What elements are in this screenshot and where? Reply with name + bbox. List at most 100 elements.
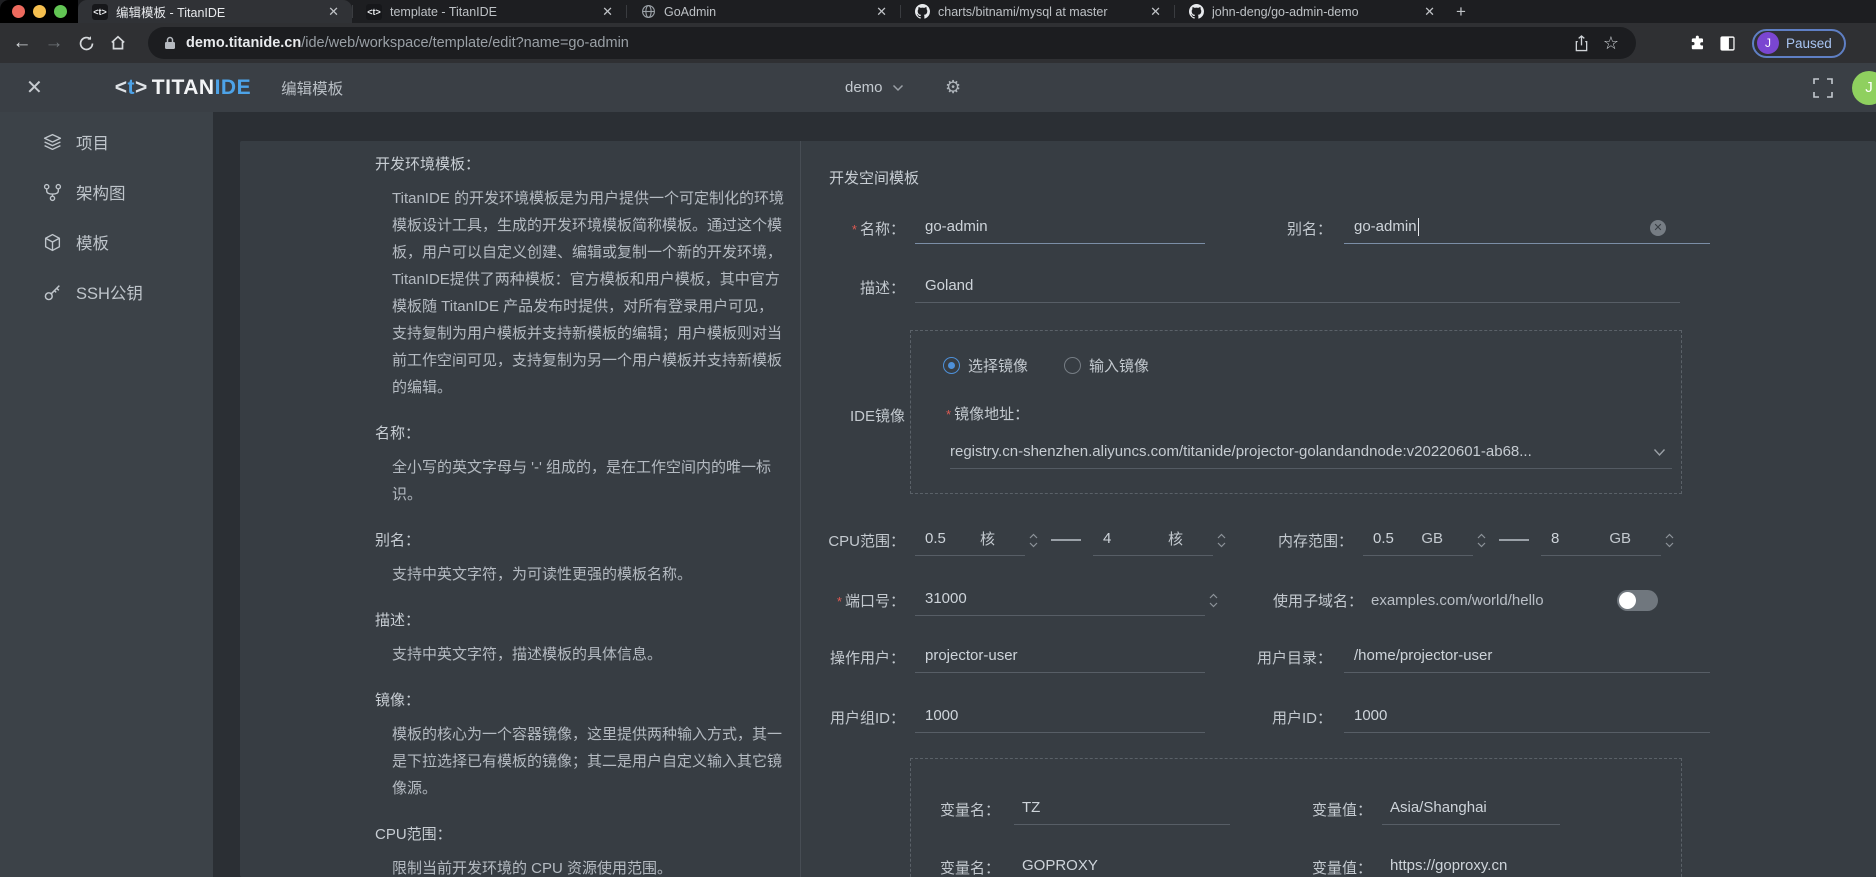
extensions-icon[interactable] [1682, 28, 1712, 58]
image-address-select[interactable]: registry.cn-shenzhen.aliyuncs.com/titani… [950, 435, 1672, 469]
close-tab-icon[interactable]: ✕ [1421, 4, 1438, 20]
description-input[interactable]: Goland [915, 272, 1680, 303]
radio-input-image[interactable] [1064, 357, 1081, 374]
op-user-input[interactable]: projector-user [915, 642, 1205, 673]
browser-tab-goadmin[interactable]: GoAdmin ✕ [626, 0, 900, 23]
row-description: 描述： Goland [700, 267, 1856, 307]
alias-input[interactable]: go-admin ✕ [1344, 213, 1710, 244]
sidebar-item-projects[interactable]: 项目 [0, 118, 213, 166]
help-section: CPU范围： 限制当前开发环境的 CPU 资源使用范围。 [375, 823, 785, 877]
close-window-icon[interactable] [12, 5, 25, 18]
screen: <t> 编辑模板 - TitanIDE ✕ <t> template - Tit… [0, 0, 1876, 877]
variable-name-label: 变量名： [911, 799, 1000, 820]
sidebar-item-templates[interactable]: 模板 [0, 218, 213, 266]
tab-title: 编辑模板 - TitanIDE [116, 2, 317, 21]
zoom-window-icon[interactable] [54, 5, 67, 18]
page-title: 编辑模板 [281, 77, 343, 99]
memory-min-input[interactable]: 0.5GB [1363, 525, 1473, 556]
stepper-icon[interactable] [1664, 532, 1675, 549]
close-tab-icon[interactable]: ✕ [325, 4, 342, 20]
group-id-input[interactable]: 1000 [915, 702, 1205, 733]
browser-tab-edit-template[interactable]: <t> 编辑模板 - TitanIDE ✕ [78, 0, 352, 23]
ide-image-label: IDE镜像 [700, 395, 905, 435]
variable-value-label: 变量值： [1242, 799, 1372, 820]
lock-icon [164, 36, 176, 50]
row-cpu-memory: CPU范围： 0.5核 4核 内存范围： 0.5GB 8GB [700, 520, 1856, 560]
image-address-label: 镜像地址： [946, 403, 1029, 424]
port-input[interactable]: 31000 [915, 585, 1205, 616]
url-host: demo.titanide.cn [186, 35, 301, 51]
radio-select-image-label: 选择镜像 [968, 355, 1028, 376]
minimize-window-icon[interactable] [33, 5, 46, 18]
ide-image-group: 选择镜像 输入镜像 镜像地址： registry.cn-shenzhen.ali… [910, 330, 1682, 494]
panel-divider [800, 141, 801, 877]
memory-max-input[interactable]: 8GB [1541, 525, 1661, 556]
help-title: CPU范围： [375, 823, 785, 844]
cpu-max-input[interactable]: 4核 [1093, 525, 1213, 556]
stepper-icon[interactable] [1028, 532, 1039, 549]
variable-value-input[interactable]: Asia/Shanghai [1382, 794, 1560, 825]
close-icon[interactable]: ✕ [26, 75, 43, 100]
image-mode-radios: 选择镜像 输入镜像 [943, 355, 1149, 376]
variable-name-label: 变量名： [911, 857, 1000, 877]
url-path: /ide/web/workspace/template/edit?name=go… [301, 35, 629, 51]
workspace-select[interactable]: demo [845, 79, 904, 96]
fullscreen-icon[interactable] [1812, 77, 1834, 99]
browser-tab-go-admin-demo[interactable]: john-deng/go-admin-demo ✕ [1174, 0, 1448, 23]
variable-value-label: 变量值： [1242, 857, 1372, 877]
layers-icon [43, 133, 62, 152]
close-tab-icon[interactable]: ✕ [1147, 4, 1164, 20]
row-name-alias: 名称： go-admin 别名： go-admin ✕ [700, 208, 1856, 248]
radio-select-image[interactable] [943, 357, 960, 374]
stepper-icon[interactable] [1216, 532, 1227, 549]
sidebar-item-architecture[interactable]: 架构图 [0, 168, 213, 216]
url-text[interactable]: demo.titanide.cn/ide/web/workspace/templ… [186, 35, 1566, 51]
new-tab-button[interactable]: + [1448, 0, 1474, 23]
back-icon[interactable]: ← [6, 27, 38, 59]
variable-name-input[interactable]: GOPROXY [1014, 852, 1230, 877]
close-tab-icon[interactable]: ✕ [599, 4, 616, 20]
user-avatar[interactable]: J [1852, 71, 1876, 105]
tab-title: charts/bitnami/mysql at master [938, 5, 1139, 19]
share-icon[interactable] [1566, 28, 1596, 58]
variable-name-input[interactable]: TZ [1014, 794, 1230, 825]
cube-icon [43, 233, 62, 252]
cpu-min-input[interactable]: 0.5核 [915, 525, 1025, 556]
subdomain-label: 使用子域名： [1223, 590, 1363, 611]
name-input[interactable]: go-admin [915, 213, 1205, 244]
help-body: 全小写的英文字母与 '-' 组成的，是在工作空间内的唯一标识。 [392, 454, 785, 508]
side-panel-icon[interactable] [1712, 28, 1742, 58]
globe-icon [640, 4, 656, 20]
variable-row: 变量名： TZ 变量值： Asia/Shanghai [911, 789, 1560, 829]
browser-tab-strip: <t> 编辑模板 - TitanIDE ✕ <t> template - Tit… [0, 0, 1876, 23]
architecture-icon [43, 183, 62, 202]
stepper-icon[interactable] [1476, 532, 1487, 549]
user-dir-input[interactable]: /home/projector-user [1344, 642, 1710, 673]
clear-input-icon[interactable]: ✕ [1650, 220, 1666, 236]
chevron-down-icon [892, 84, 904, 92]
bookmark-star-icon[interactable]: ☆ [1596, 28, 1626, 58]
sidebar-item-label: 架构图 [76, 180, 126, 204]
sidebar-item-ssh-keys[interactable]: SSH公钥 [0, 268, 213, 316]
profile-pill[interactable]: J Paused [1752, 29, 1846, 58]
titanide-favicon: <t> [92, 4, 108, 20]
user-id-input[interactable]: 1000 [1344, 702, 1710, 733]
reload-icon[interactable] [70, 27, 102, 59]
forward-icon[interactable]: → [38, 27, 70, 59]
browser-tab-charts-mysql[interactable]: charts/bitnami/mysql at master ✕ [900, 0, 1174, 23]
gear-icon[interactable]: ⚙ [945, 77, 961, 98]
env-variables-group: 变量名： TZ 变量值： Asia/Shanghai 变量名： GOPROXY … [910, 758, 1682, 877]
close-tab-icon[interactable]: ✕ [873, 4, 890, 20]
subdomain-toggle[interactable] [1617, 590, 1658, 611]
row-user-dir: 操作用户： projector-user 用户目录： /home/project… [700, 637, 1856, 677]
memory-min-unit: GB [1421, 530, 1443, 547]
stepper-icon[interactable] [1208, 592, 1219, 609]
browser-tab-template[interactable]: <t> template - TitanIDE ✕ [352, 0, 626, 23]
url-bar[interactable]: demo.titanide.cn/ide/web/workspace/templ… [148, 27, 1636, 59]
home-icon[interactable] [102, 27, 134, 59]
sidebar-item-label: 模板 [76, 230, 109, 254]
range-separator [1499, 539, 1529, 541]
subdomain-value: examples.com/world/hello [1371, 592, 1544, 609]
variable-value-input[interactable]: https://goproxy.cn [1382, 852, 1560, 877]
memory-max-unit: GB [1609, 530, 1631, 547]
